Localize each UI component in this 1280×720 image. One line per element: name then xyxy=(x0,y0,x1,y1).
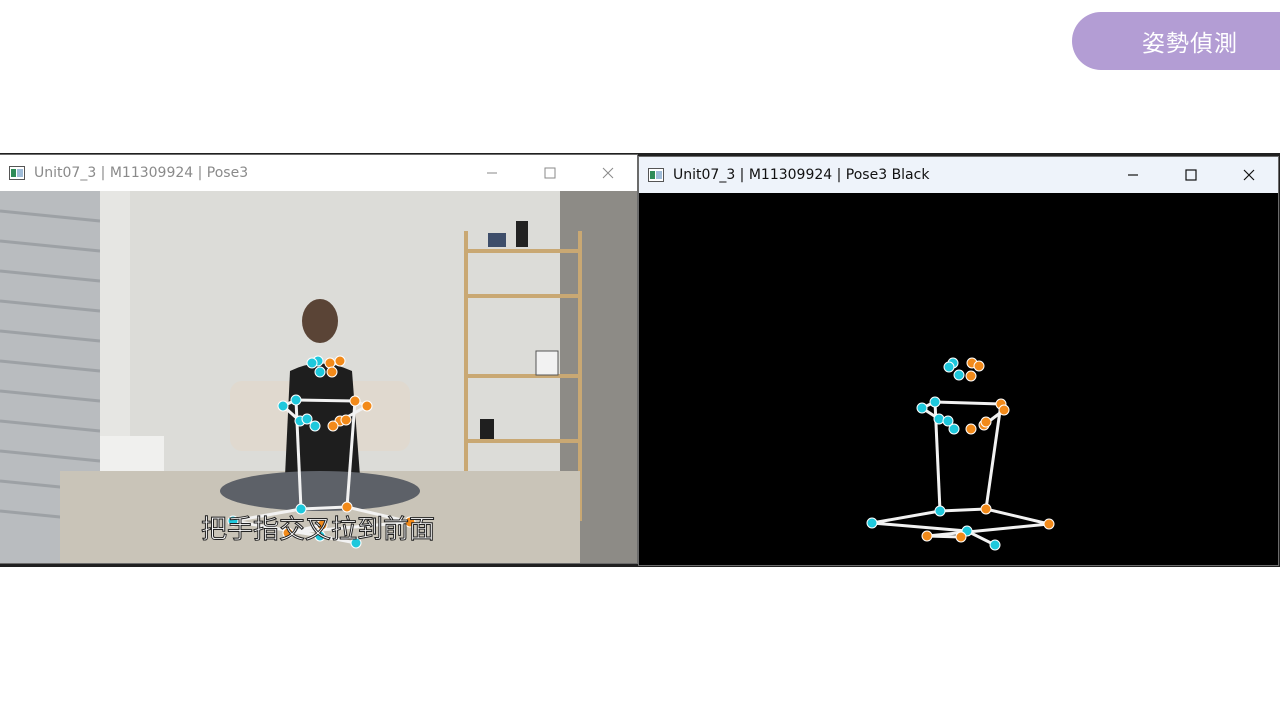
keypoint xyxy=(314,366,326,378)
subtitle-caption: 把手指交叉拉到前面 xyxy=(201,515,435,545)
keypoint xyxy=(361,400,373,412)
skeleton-bone xyxy=(300,505,348,511)
keypoint xyxy=(921,530,933,542)
app-window-icon xyxy=(9,166,25,180)
keypoint xyxy=(943,361,955,373)
minimize-icon xyxy=(487,172,497,174)
keypoint xyxy=(948,423,960,435)
keypoint xyxy=(998,404,1010,416)
close-button[interactable] xyxy=(1220,157,1278,193)
skeleton-bone xyxy=(295,398,356,403)
close-icon xyxy=(1243,169,1255,181)
keypoint xyxy=(290,394,302,406)
keypoint xyxy=(326,366,338,378)
keypoint xyxy=(965,370,977,382)
maximize-button[interactable] xyxy=(521,155,579,191)
keypoint xyxy=(933,413,945,425)
badge-label: 姿勢偵測 xyxy=(1142,31,1238,57)
keypoint xyxy=(1043,518,1055,530)
maximize-button[interactable] xyxy=(1162,157,1220,193)
keypoint xyxy=(980,416,992,428)
keypoint xyxy=(916,402,928,414)
keypoint xyxy=(973,360,985,372)
keypoint xyxy=(341,501,353,513)
keypoint xyxy=(340,414,352,426)
window-title: Unit07_3 | M11309924 | Pose3 Black xyxy=(673,167,930,183)
keypoint xyxy=(334,355,346,367)
camera-frame: 把手指交叉拉到前面 xyxy=(0,191,637,563)
keypoint xyxy=(301,413,313,425)
keypoint xyxy=(306,357,318,369)
keypoint xyxy=(965,423,977,435)
maximize-icon xyxy=(544,167,556,179)
app-window-icon xyxy=(648,168,664,182)
keypoint xyxy=(324,357,336,369)
skeleton-bone xyxy=(939,507,987,513)
close-button[interactable] xyxy=(579,155,637,191)
close-icon xyxy=(602,167,614,179)
keypoint xyxy=(934,505,946,517)
keypoint xyxy=(309,420,321,432)
window-title: Unit07_3 | M11309924 | Pose3 xyxy=(34,165,249,181)
window-titlebar[interactable]: Unit07_3 | M11309924 | Pose3 Black xyxy=(639,157,1278,193)
keypoint xyxy=(929,396,941,408)
keypoint xyxy=(980,503,992,515)
window-titlebar[interactable]: Unit07_3 | M11309924 | Pose3 xyxy=(0,155,637,191)
keypoint xyxy=(866,517,878,529)
pose-window[interactable]: Unit07_3 | M11309924 | Pose3 把手指交叉拉到前面 xyxy=(0,155,637,563)
camera-view: 把手指交叉拉到前面 xyxy=(0,191,637,563)
keypoint xyxy=(989,539,1001,551)
keypoint xyxy=(349,395,361,407)
skeleton-view xyxy=(639,193,1278,565)
minimize-icon xyxy=(1128,174,1138,176)
keypoint xyxy=(327,420,339,432)
keypoint xyxy=(955,531,967,543)
maximize-icon xyxy=(1185,169,1197,181)
keypoint xyxy=(295,503,307,515)
keypoint xyxy=(277,400,289,412)
black-frame xyxy=(639,193,1278,565)
pose-black-window[interactable]: Unit07_3 | M11309924 | Pose3 Black xyxy=(639,157,1278,565)
pose-detection-badge: 姿勢偵測 xyxy=(1072,12,1280,70)
skeleton-bone xyxy=(934,400,1002,406)
keypoint xyxy=(953,369,965,381)
minimize-button[interactable] xyxy=(463,155,521,191)
minimize-button[interactable] xyxy=(1104,157,1162,193)
